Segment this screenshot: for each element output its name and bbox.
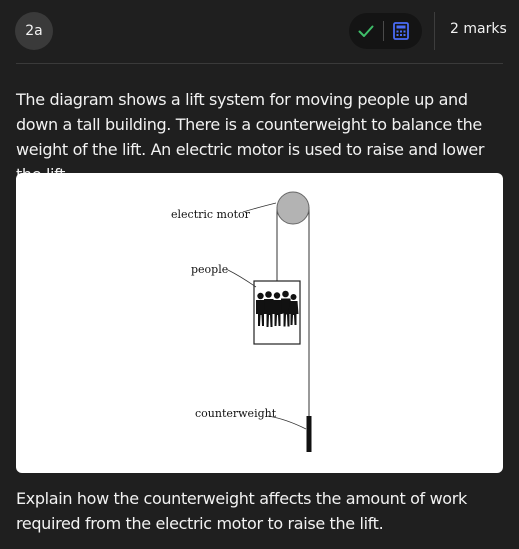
electric-motor-pulley (276, 191, 310, 225)
label-people: people (191, 263, 228, 276)
marks-label: 2 marks (450, 21, 507, 37)
label-electric-motor: electric motor (171, 208, 251, 221)
calculator-icon (393, 22, 409, 40)
header-separator (434, 12, 435, 50)
question-tools (349, 13, 422, 49)
lift-diagram: electric motor people counterweight (16, 173, 503, 473)
question-page: 2a 2 marks The diagram shows a lift syst… (0, 0, 519, 549)
question-header: 2a 2 marks (0, 0, 519, 64)
people-leader-line (227, 269, 257, 288)
question-number-badge: 2a (15, 12, 53, 50)
counterweight-block (306, 416, 312, 452)
check-icon (358, 25, 374, 37)
header-divider (16, 63, 503, 64)
calculator-button[interactable] (384, 13, 418, 49)
label-counterweight: counterweight (195, 407, 277, 420)
answered-check-button[interactable] (349, 13, 383, 49)
lift-diagram-svg: electric motor people counterweight (171, 191, 312, 452)
question-intro-text: The diagram shows a lift system for movi… (16, 90, 485, 184)
question-prompt-text: Explain how the counterweight affects th… (16, 489, 467, 533)
